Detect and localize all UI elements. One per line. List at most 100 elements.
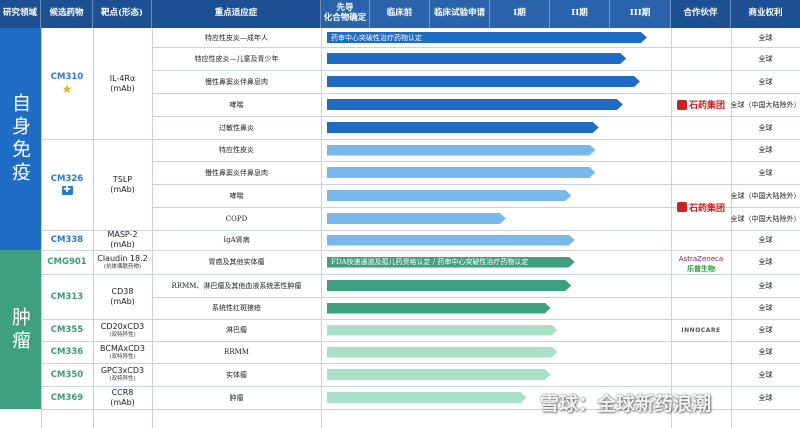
pipeline-bar (327, 99, 623, 110)
pipeline-bar: FDA快速通道及孤儿药资格认定 / 药审中心突破性治疗药物认定 (327, 257, 575, 268)
pipeline-bar (327, 122, 599, 133)
commercial-rights: 全球 (758, 304, 773, 312)
drug-target: Claudin 18.2 (抗体偶联药物) (97, 253, 148, 270)
pipeline-bar (327, 213, 506, 224)
indication: 过敏性鼻炎 (219, 123, 254, 132)
commercial-rights: 全球 (758, 258, 773, 266)
cspc-name: 石药集团 (688, 101, 725, 111)
pipeline-bar (327, 325, 557, 336)
drug-name: CMG901 (47, 257, 87, 267)
drug-name: CM326 ✚ (50, 174, 84, 195)
pipeline-bar (327, 347, 557, 358)
partner-cspc-logo: 石药集团 (671, 93, 731, 116)
cspc-icon (676, 99, 687, 110)
bar-designation-label: 药审中心突破性治疗药物认定 (331, 33, 422, 42)
header-col-1: 候选药物 (41, 0, 93, 28)
drug-name: CM369 (50, 392, 84, 403)
area-oncology: 肿瘤 (0, 250, 41, 409)
partner-lepu-logo: 乐普生物 (687, 265, 715, 273)
commercial-rights: 全球 (758, 326, 773, 334)
bar-designation-label: FDA快速通道及孤儿药资格认定 / 药审中心突破性治疗药物认定 (331, 258, 529, 266)
drug-target: CD20xCD3 (双特异性) (100, 321, 145, 338)
pipeline-table: 研究领域 候选药物 靶点(形态) 重点适应症 先导 化合物确定 临床前 临床试验申请 I期 II… (0, 0, 800, 428)
pipeline-bar (327, 235, 575, 246)
commercial-rights: 全球 (758, 393, 773, 402)
commercial-rights: 全球 (758, 168, 773, 177)
header-col-3: 重点适应症 (152, 0, 321, 28)
commercial-rights: 全球 (758, 146, 773, 154)
star-icon: ★ (61, 81, 73, 96)
indication: IgA肾病 (223, 236, 250, 244)
drug-target: BCMAxCD3 (双特异性) (100, 343, 145, 360)
commercial-rights: 全球（中国大陆除外） (730, 214, 800, 223)
header-col-4: 先导 化合物确定 (321, 0, 370, 28)
partner-cspc-logo: 石药集团 (671, 184, 731, 230)
drug-target: TSLP (mAb) (110, 174, 135, 194)
drug-name: CM338 (50, 235, 84, 245)
commercial-rights: 全球 (758, 33, 773, 42)
cspc-name: 石药集团 (688, 203, 725, 214)
area-label: 肿瘤 (9, 306, 31, 353)
indication: 实体瘤 (226, 370, 247, 379)
indication: 哮喘 (229, 100, 244, 109)
pipeline-bar (327, 369, 551, 380)
pipeline-bar (327, 190, 571, 201)
header-col-9: III期 (610, 0, 671, 28)
drug-target: MASP-2 (mAb) (107, 230, 138, 249)
commercial-rights: 全球 (758, 236, 773, 244)
commercial-rights: 全球 (758, 348, 773, 356)
header-col-0: 研究领域 (0, 0, 41, 28)
area-autoimmune: 自身免疫 (0, 28, 41, 250)
drug-target: IL-4Rα (mAb) (109, 73, 136, 93)
header-col-11: 商业权利 (731, 0, 800, 28)
commercial-rights: 全球 (758, 77, 773, 86)
drug-name: CM336 (50, 347, 84, 357)
drug-target: CCR8 (mAb) (110, 387, 135, 407)
indication: 慢性鼻窦炎伴鼻息肉 (205, 168, 268, 177)
drug-target: CD38 (mAb) (110, 286, 135, 306)
indication: 特应性皮炎—儿童及青少年 (194, 54, 279, 63)
indication: 哮喘 (229, 191, 244, 200)
col-separator (321, 28, 322, 428)
header-col-6: 临床试验申请 (430, 0, 490, 28)
drug-name: CM313 (50, 291, 84, 302)
pipeline-bar (327, 53, 626, 64)
cspc-icon (676, 202, 687, 212)
commercial-rights: 全球（中国大陆除外） (730, 191, 800, 200)
plus-badge-icon: ✚ (61, 185, 73, 195)
drug-name: CM310 ★ (50, 71, 84, 96)
pipeline-bar (327, 145, 595, 156)
watermark: 雪球：全球新药浪潮 (540, 393, 712, 415)
indication: RRMM、淋巴瘤及其他血液系统恶性肿瘤 (171, 281, 302, 290)
header-col-10: 合作伙伴 (671, 0, 731, 28)
commercial-rights: 全球 (758, 370, 773, 379)
partner-astrazeneca-logo: AstraZeneca (678, 254, 724, 263)
indication: 特应性皮炎 (219, 146, 254, 154)
commercial-rights: 全球 (758, 281, 773, 290)
pipeline-bar (327, 303, 551, 314)
drug-separator (41, 409, 152, 410)
partner-innocare-logo: INNOCARE (681, 326, 721, 334)
indication: 系统性红斑狼疮 (212, 304, 261, 312)
header-col-5: 临床前 (370, 0, 430, 28)
indication: 胃癌及其他实体瘤 (208, 258, 265, 266)
commercial-rights: 全球（中国大陆除外） (730, 100, 800, 109)
indication: 肿瘤 (229, 393, 244, 402)
drug-name: CM350 (50, 369, 84, 380)
pipeline-bar (327, 280, 571, 291)
commercial-rights: 全球 (758, 123, 773, 132)
indication: RRMM (224, 348, 249, 356)
area-label: 自身免疫 (9, 93, 31, 185)
pipeline-bar (327, 167, 595, 178)
pipeline-bar (327, 392, 527, 403)
header-col-7: I期 (490, 0, 550, 28)
pipeline-bar: 药审中心突破性治疗药物认定 (327, 32, 647, 43)
indication: 特应性皮炎—成年人 (205, 33, 268, 42)
header-col-8: II期 (550, 0, 610, 28)
pipeline-bar (327, 76, 640, 87)
indication: 淋巴瘤 (226, 326, 247, 334)
indication: 慢性鼻窦炎伴鼻息肉 (205, 77, 268, 86)
drug-name: CM355 (50, 325, 84, 335)
indication: COPD (225, 214, 248, 223)
header-col-2: 靶点(形态) (93, 0, 152, 28)
